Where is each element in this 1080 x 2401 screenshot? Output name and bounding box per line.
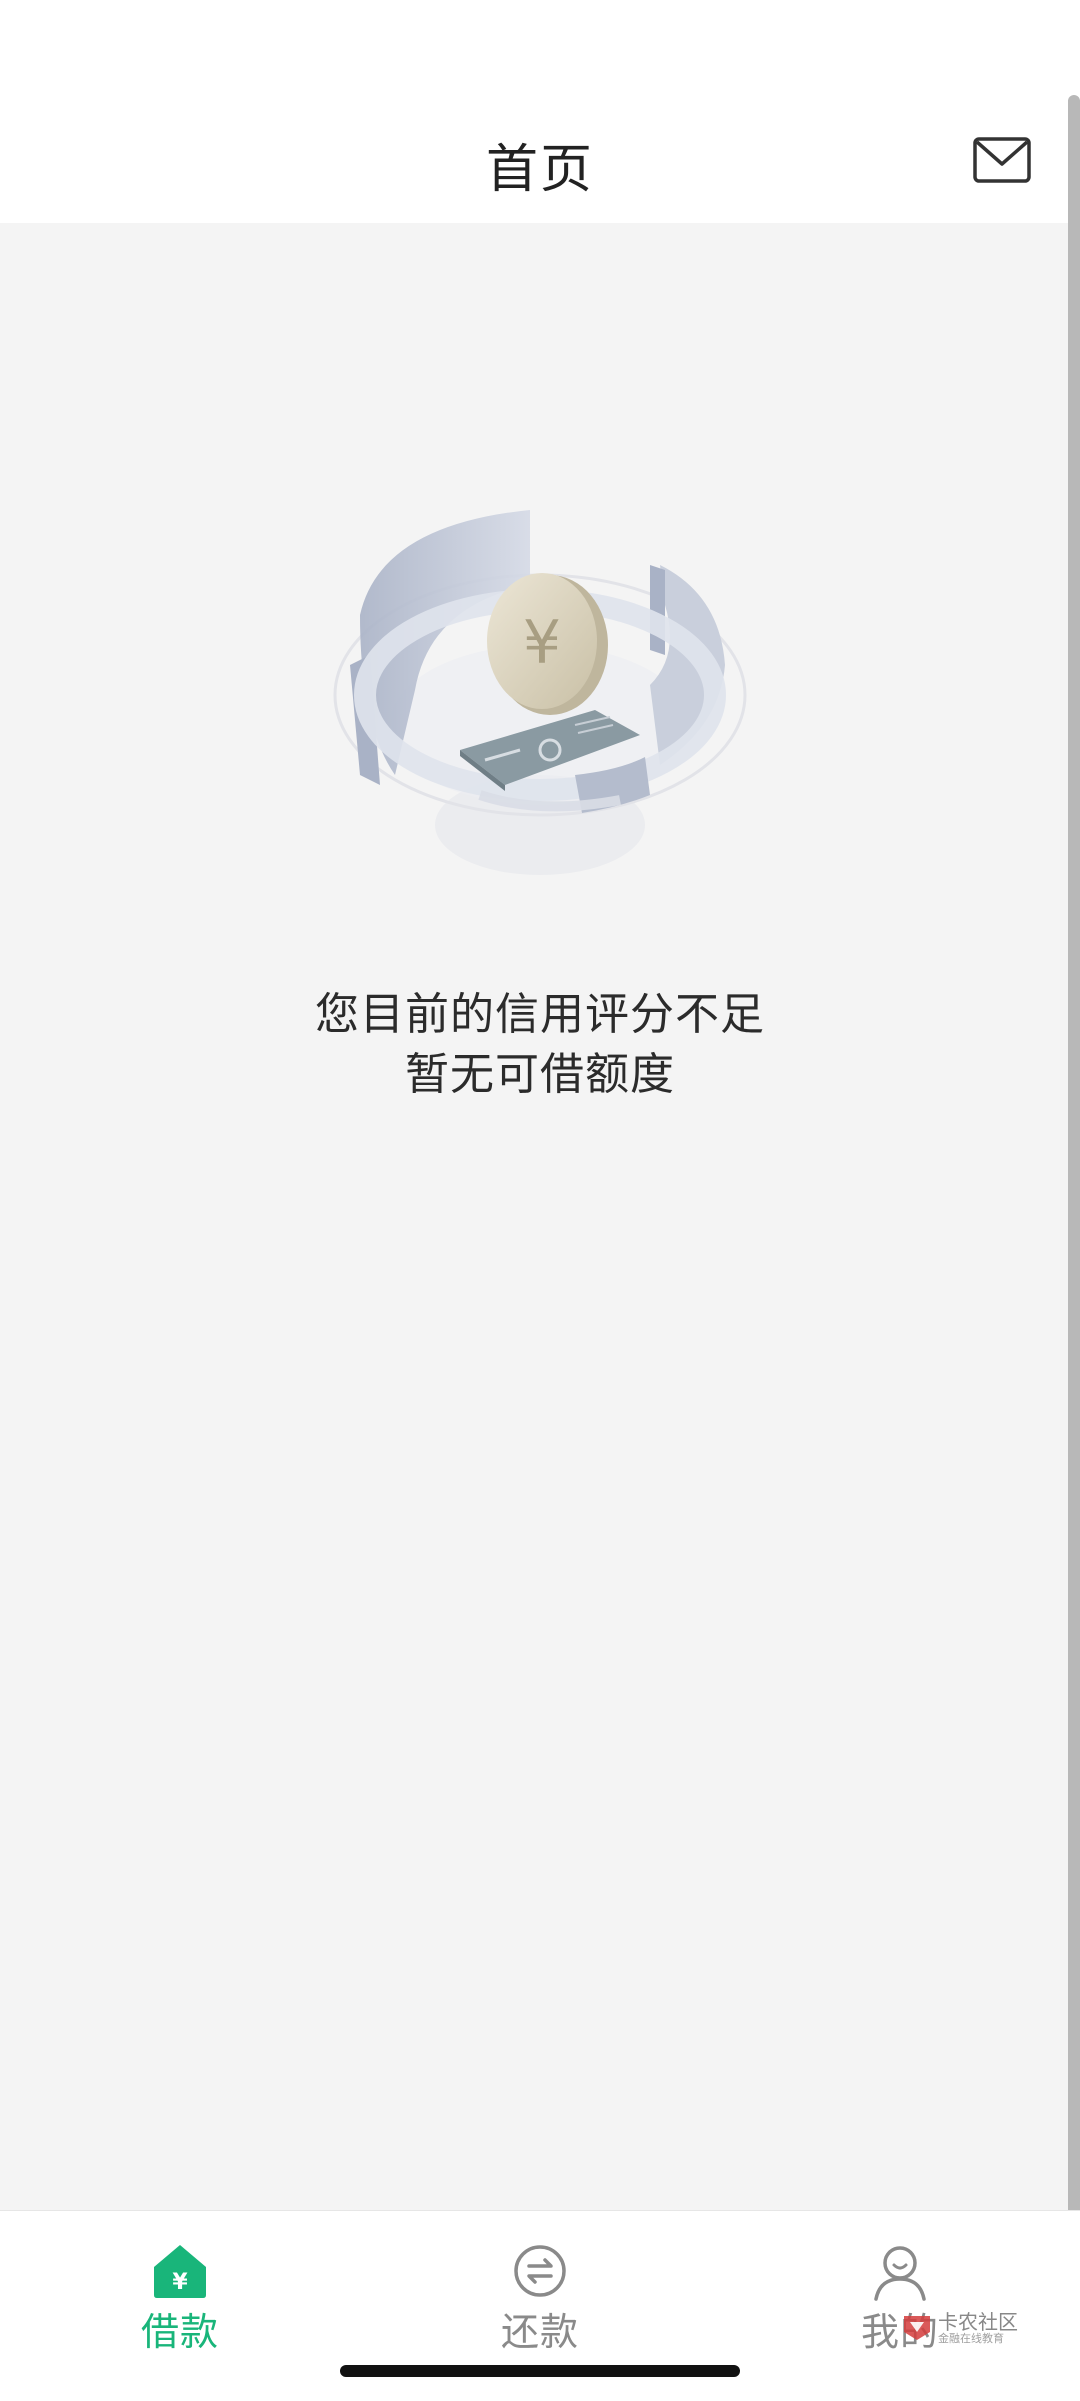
tab-repay-label: 还款 — [500, 2310, 579, 2354]
scrollbar[interactable] — [1068, 95, 1080, 2255]
watermark: 卡农社区 金融在线教育 — [900, 2306, 1040, 2346]
status-bar — [0, 0, 1080, 95]
tab-loan[interactable]: ¥ 借款 — [80, 2231, 280, 2354]
header: 首页 — [0, 95, 1080, 223]
mail-icon — [973, 137, 1031, 183]
svg-text:¥: ¥ — [523, 608, 561, 678]
profile-icon — [870, 2241, 930, 2301]
credit-illustration: ¥ — [320, 495, 760, 905]
empty-state-line2: 暂无可借额度 — [405, 1049, 675, 1100]
home-indicator[interactable] — [340, 2365, 740, 2377]
page-title: 首页 — [485, 140, 594, 200]
watermark-logo-icon — [904, 2316, 930, 2340]
repay-exchange-icon — [510, 2241, 570, 2301]
mail-button[interactable] — [972, 135, 1032, 185]
empty-state-line1: 您目前的信用评分不足 — [315, 989, 765, 1040]
watermark-subtitle: 金融在线教育 — [938, 2332, 1004, 2345]
tab-repay[interactable]: 还款 — [440, 2231, 640, 2354]
svg-text:¥: ¥ — [172, 2270, 188, 2295]
tab-loan-label: 借款 — [140, 2310, 219, 2354]
loan-home-icon: ¥ — [150, 2241, 210, 2301]
empty-state-message: 您目前的信用评分不足 暂无可借额度 — [0, 985, 1080, 1105]
